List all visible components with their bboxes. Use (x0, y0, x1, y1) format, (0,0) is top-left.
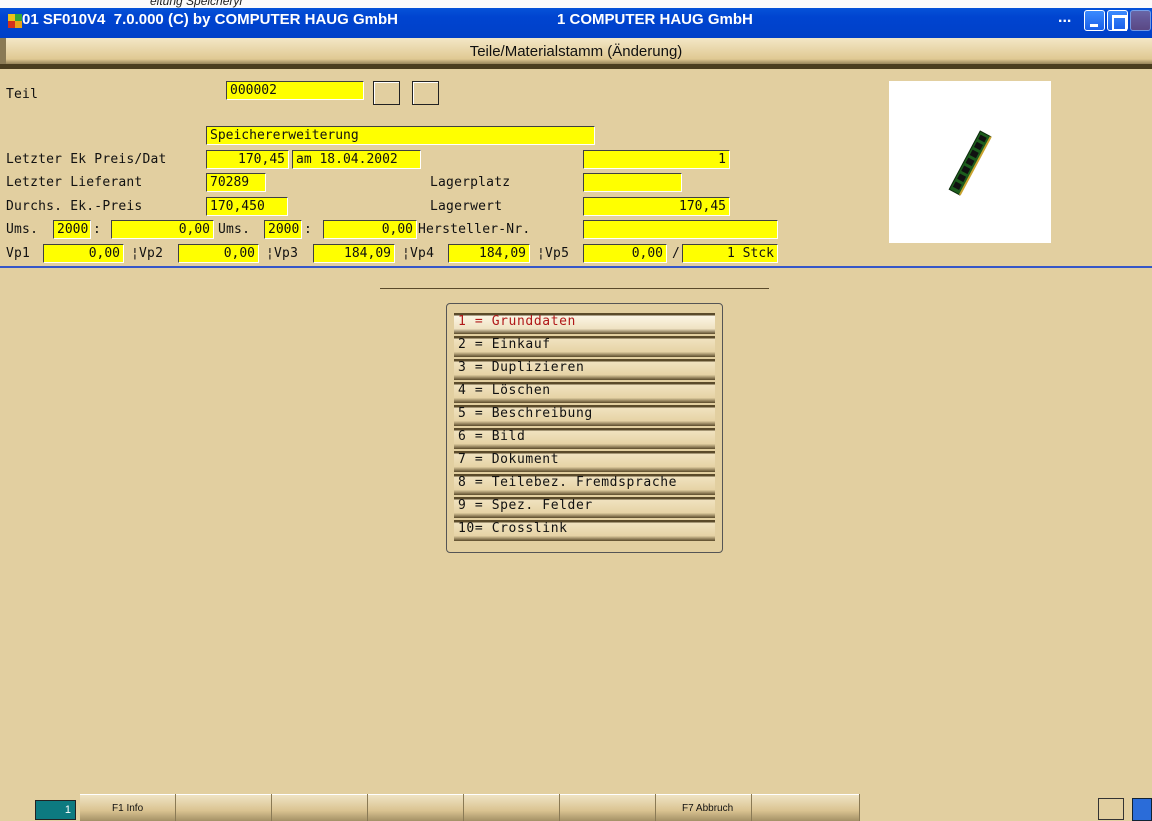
hersteller-label: Hersteller-Nr. (418, 222, 531, 237)
fkey-f1[interactable]: F1 Info (80, 794, 176, 821)
title-ellipsis: ... (1058, 9, 1072, 26)
window-title: 01 SF010V4 7.0.000 (C) by COMPUTER HAUG … (22, 11, 398, 28)
page-title: Teile/Materialstamm (Änderung) (469, 43, 683, 60)
fkey-f2[interactable] (176, 794, 272, 821)
description-field[interactable]: Speichererweiterung (206, 126, 595, 145)
lagerwert-label: Lagerwert (430, 199, 503, 214)
ums2-label: Ums. (218, 222, 251, 237)
lieferant-field[interactable]: 70289 (206, 173, 266, 192)
fkey-f7[interactable]: F7 Abbruch (656, 794, 752, 821)
menu-item-spez-felder[interactable]: 9 = Spez. Felder (454, 497, 715, 518)
form-divider-line (0, 266, 1152, 268)
company-title: 1 COMPUTER HAUG GmbH (557, 11, 753, 28)
minimize-button[interactable] (1084, 10, 1105, 31)
fkey-f8[interactable] (752, 794, 860, 821)
menu-item-loeschen[interactable]: 4 = Löschen (454, 382, 715, 403)
teil-lookup-button-2[interactable] (412, 81, 439, 105)
vp1-field[interactable]: 0,00 (43, 244, 124, 263)
vp2-label: ¦Vp2 (131, 246, 164, 261)
top-strip: eitung Speicheryr (0, 0, 1152, 8)
page-number: 1 (35, 800, 76, 820)
ums2-value-field[interactable]: 0,00 (323, 220, 417, 239)
durchs-field[interactable]: 170,450 (206, 197, 288, 216)
ums1-value-field[interactable]: 0,00 (111, 220, 214, 239)
unit-field[interactable]: 1 Stck (682, 244, 778, 263)
vp5-label: ¦Vp5 (537, 246, 570, 261)
teil-label: Teil (6, 87, 39, 102)
vp4-label: ¦Vp4 (402, 246, 435, 261)
ek-date-field[interactable]: am 18.04.2002 (292, 150, 421, 169)
menu-item-dokument[interactable]: 7 = Dokument (454, 451, 715, 472)
vp5-field[interactable]: 0,00 (583, 244, 667, 263)
product-image (889, 81, 1051, 243)
ums1-label: Ums. (6, 222, 39, 237)
menu-item-bild[interactable]: 6 = Bild (454, 428, 715, 449)
ram-module-image (948, 130, 992, 196)
taskbar-app-icon[interactable] (1132, 798, 1152, 821)
lagerplatz-label: Lagerplatz (430, 175, 511, 190)
menu-item-beschreibung[interactable]: 5 = Beschreibung (454, 405, 715, 426)
vp2-field[interactable]: 0,00 (178, 244, 259, 263)
bottom-empty-button[interactable] (1098, 798, 1124, 820)
menu-item-einkauf[interactable]: 2 = Einkauf (454, 336, 715, 357)
hersteller-field[interactable] (583, 220, 778, 239)
maximize-button[interactable] (1107, 10, 1128, 31)
lagerplatz-field[interactable] (583, 173, 682, 192)
vp3-field[interactable]: 184,09 (313, 244, 395, 263)
menu-item-fremdsprache[interactable]: 8 = Teilebez. Fremdsprache (454, 474, 715, 495)
vp3-label: ¦Vp3 (266, 246, 299, 261)
vp1-label: Vp1 (6, 246, 31, 261)
unit-slash: / (672, 246, 681, 261)
ek-price-label: Letzter Ek Preis/Dat (6, 152, 167, 167)
menu-item-crosslink[interactable]: 10= Crosslink (454, 520, 715, 541)
menu-item-duplizieren[interactable]: 3 = Duplizieren (454, 359, 715, 380)
teil-lookup-button-1[interactable] (373, 81, 400, 105)
ek-price-field[interactable]: 170,45 (206, 150, 289, 169)
fkey-f4[interactable] (368, 794, 464, 821)
fkey-f5[interactable] (464, 794, 560, 821)
menu-divider (380, 288, 769, 289)
fkey-f3[interactable] (272, 794, 368, 821)
vp4-field[interactable]: 184,09 (448, 244, 530, 263)
header-shadow (0, 64, 1152, 69)
menu-item-grunddaten[interactable]: 1 = Grunddaten (454, 313, 715, 334)
ums2-year-field[interactable]: 2000 (264, 220, 302, 239)
ums2-colon: : (304, 222, 313, 237)
close-button[interactable] (1130, 10, 1151, 31)
lieferant-label: Letzter Lieferant (6, 175, 143, 190)
teil-field[interactable]: 000002 (226, 81, 364, 100)
fkey-f6[interactable] (560, 794, 656, 821)
top-strip-text: eitung Speicheryr (150, 0, 244, 8)
app-icon (8, 14, 22, 28)
durchs-label: Durchs. Ek.-Preis (6, 199, 143, 214)
ums1-year-field[interactable]: 2000 (53, 220, 91, 239)
right-top-field[interactable]: 1 (583, 150, 730, 169)
lagerwert-field[interactable]: 170,45 (583, 197, 730, 216)
ums1-colon: : (93, 222, 102, 237)
